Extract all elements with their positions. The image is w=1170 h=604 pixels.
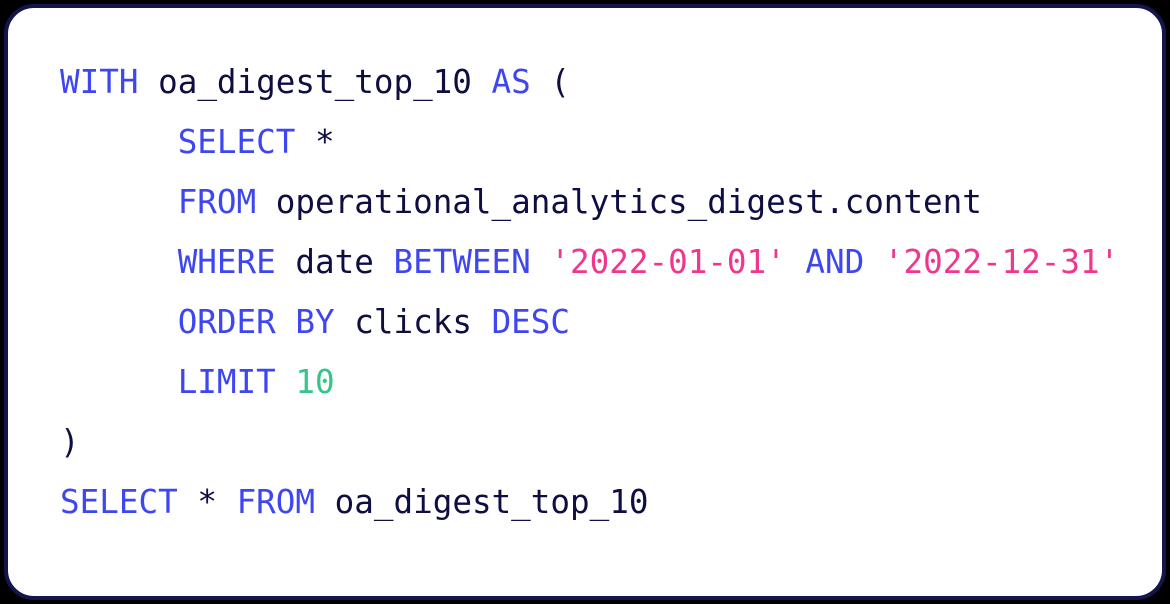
code-line-3: FROM operational_analytics_digest.conten… [60,172,1152,232]
token-ident: oa_digest_top_10 [158,63,472,101]
token-string: '2022-01-01' [550,243,786,281]
token-keyword: LIMIT [177,363,276,401]
code-line-6: LIMIT 10 [60,352,1152,412]
token-keyword: BETWEEN [393,243,531,281]
token-number: 10 [295,363,335,401]
code-line-8: SELECT * FROM oa_digest_top_10 [60,472,1152,532]
token-keyword: DESC [491,303,571,341]
token-keyword: SELECT [60,483,178,521]
code-line-1: WITH oa_digest_top_10 AS ( [60,52,1152,112]
sql-code-block[interactable]: WITH oa_digest_top_10 AS ( SELECT * FROM… [60,52,1152,532]
token-keyword: AND [805,243,865,281]
token-keyword: BY [295,303,335,341]
code-line-4: WHERE date BETWEEN '2022-01-01' AND '202… [60,232,1152,292]
token-operator: * [315,123,335,161]
token-keyword: ORDER [177,303,276,341]
token-operator: * [197,483,217,521]
token-string: '2022-12-31' [883,243,1120,281]
code-card: WITH oa_digest_top_10 AS ( SELECT * FROM… [4,4,1166,600]
token-ident: oa_digest_top_10 [334,483,649,521]
code-line-5: ORDER BY clicks DESC [60,292,1152,352]
token-keyword: WITH [60,63,139,101]
code-line-7: ) [60,412,1152,472]
screen-root: WITH oa_digest_top_10 AS ( SELECT * FROM… [0,0,1170,604]
token-keyword: WHERE [177,243,276,281]
token-keyword: FROM [177,183,257,221]
token-ident: operational_analytics_digest.content [275,183,982,221]
code-line-2: SELECT * [60,112,1152,172]
token-ident: date [295,243,374,281]
token-keyword: FROM [236,483,316,521]
token-ident: clicks [354,303,472,341]
token-punct: ) [60,423,80,461]
token-punct: ( [550,63,571,101]
token-keyword: SELECT [177,123,296,161]
token-keyword: AS [491,63,531,101]
